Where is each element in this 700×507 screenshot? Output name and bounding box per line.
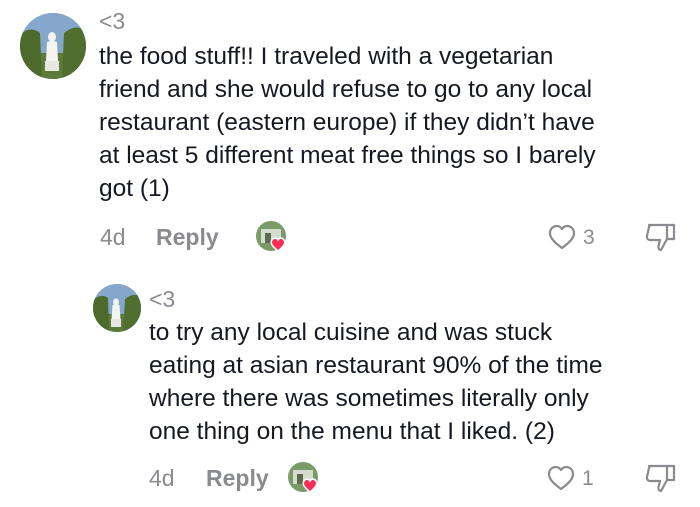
reply-button[interactable]: Reply xyxy=(156,224,219,250)
reply-text-line: where there was sometimes literally only xyxy=(149,385,589,412)
statue-avatar-image xyxy=(93,284,141,332)
dislike-button[interactable] xyxy=(643,462,679,494)
creator-liked-badge xyxy=(288,462,318,493)
comment-age: 4d xyxy=(100,224,126,250)
comment-username[interactable]: <3 xyxy=(99,8,125,34)
reply-text: to try any local cuisine and was stuck e… xyxy=(149,316,694,448)
like-button[interactable] xyxy=(547,223,577,251)
reply-text-line: one thing on the menu that I liked. (2) xyxy=(149,418,555,445)
commenter-avatar[interactable] xyxy=(20,13,86,79)
comment-text: the food stuff!! I traveled with a veget… xyxy=(99,40,689,205)
reply-text-line: to try any local cuisine and was stuck xyxy=(149,319,553,346)
thumbs-down-icon xyxy=(645,464,676,493)
like-count: 1 xyxy=(582,467,594,490)
heart-outline-icon xyxy=(548,224,576,250)
heart-outline-icon xyxy=(547,465,575,491)
reply-text-line: eating at asian restaurant 90% of the ti… xyxy=(149,352,603,379)
reply-username[interactable]: <3 xyxy=(149,286,175,312)
comment-text-line: at least 5 different meat free things so… xyxy=(99,142,596,169)
like-count: 3 xyxy=(583,226,595,249)
reply-age: 4d xyxy=(149,465,175,491)
comment-text-line: the food stuff!! I traveled with a veget… xyxy=(99,43,554,70)
thumbs-down-icon xyxy=(645,223,676,252)
reply-commenter-avatar[interactable] xyxy=(93,284,141,332)
statue-avatar-image xyxy=(20,13,86,79)
dislike-button[interactable] xyxy=(643,221,679,253)
comment-text-line: restaurant (eastern europe) if they didn… xyxy=(99,109,595,136)
comment-text-line: friend and she would refuse to go to any… xyxy=(99,76,593,103)
comment-text-line: got (1) xyxy=(99,175,170,202)
reply-button[interactable]: Reply xyxy=(206,465,269,491)
like-button[interactable] xyxy=(546,464,576,492)
creator-liked-badge xyxy=(256,221,286,252)
